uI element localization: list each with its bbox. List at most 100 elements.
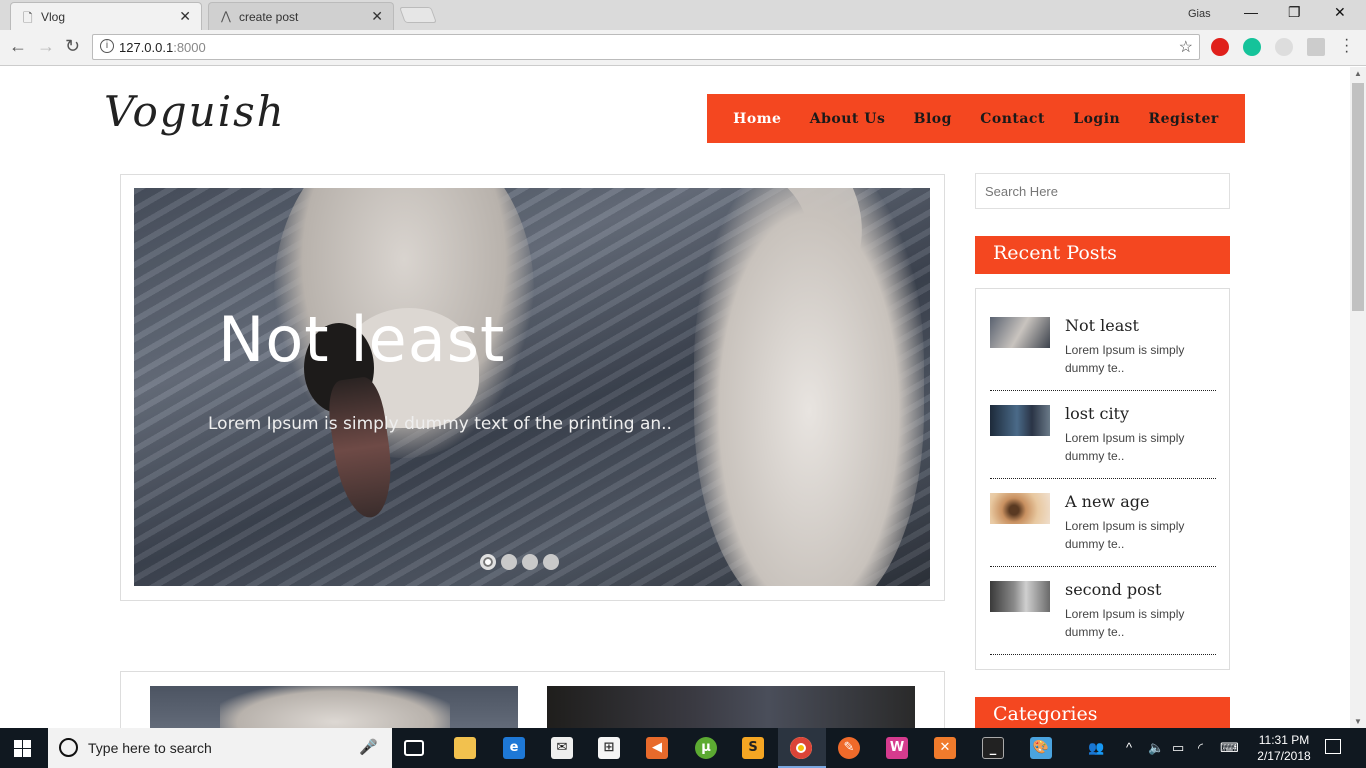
slider-dot-1[interactable]: [480, 554, 496, 570]
wamp-icon[interactable]: W: [886, 737, 908, 759]
close-window-icon[interactable]: ✕: [1334, 4, 1346, 21]
page-scrollbar[interactable]: ▲ ▼: [1350, 67, 1366, 728]
url-port: :8000: [173, 39, 206, 55]
nav-login[interactable]: Login: [1073, 111, 1120, 127]
recent-post-excerpt: Lorem Ipsum is simply dummy te..: [1065, 431, 1185, 463]
info-icon[interactable]: i: [100, 39, 114, 53]
slider-dot-4[interactable]: [543, 554, 559, 570]
taskbar-search-placeholder: Type here to search: [88, 740, 212, 756]
scroll-down-icon[interactable]: ▼: [1354, 717, 1362, 726]
tab-title: create post: [239, 9, 299, 24]
scroll-up-icon[interactable]: ▲: [1354, 69, 1362, 78]
file-explorer-icon[interactable]: [454, 737, 476, 759]
microphone-icon[interactable]: 🎤: [359, 738, 378, 756]
new-tab-button[interactable]: [399, 7, 437, 23]
xampp-icon[interactable]: ✕: [934, 737, 956, 759]
edge-icon[interactable]: e: [503, 737, 525, 759]
tab-title: Vlog: [41, 9, 66, 24]
address-bar[interactable]: i 127.0.0.1:8000 ☆: [92, 34, 1200, 60]
recent-post-title[interactable]: lost city: [1065, 404, 1129, 423]
slider-dot-2[interactable]: [501, 554, 517, 570]
search-input[interactable]: [975, 173, 1230, 209]
slider-dots: [480, 554, 559, 570]
paint-icon[interactable]: 🎨: [1030, 737, 1052, 759]
main-navigation: Home About Us Blog Contact Login Registe…: [707, 94, 1245, 143]
post-grid: [120, 671, 945, 728]
recent-post-title[interactable]: A new age: [1065, 492, 1149, 511]
post-thumbnail: [990, 405, 1050, 436]
media-player-icon[interactable]: ◀: [646, 737, 668, 759]
post-thumbnail: [990, 317, 1050, 348]
wifi-icon[interactable]: ◜: [1198, 740, 1203, 756]
store-icon[interactable]: ⊞: [598, 737, 620, 759]
nav-about-us[interactable]: About Us: [810, 111, 886, 127]
sublime-text-icon[interactable]: S: [742, 737, 764, 759]
clock-time: 11:31 PM: [1258, 733, 1310, 747]
nav-contact[interactable]: Contact: [980, 111, 1045, 127]
people-icon[interactable]: 👥: [1088, 740, 1104, 756]
slider-dot-3[interactable]: [522, 554, 538, 570]
utorrent-icon[interactable]: µ: [695, 737, 717, 759]
close-tab-icon[interactable]: ✕: [371, 8, 383, 25]
pdf-extension-icon[interactable]: [1307, 38, 1325, 56]
url-host: 127.0.0.1: [119, 39, 174, 55]
recent-post-title[interactable]: Not least: [1065, 316, 1139, 335]
page-icon: 🗋: [23, 11, 33, 25]
hero-slider: Not least Lorem Ipsum is simply dummy te…: [120, 174, 945, 601]
back-icon[interactable]: ←: [9, 36, 27, 57]
browser-tab-strip: 🗋 Vlog ✕ ⋀ create post ✕ Gias — ❐ ✕: [0, 0, 1366, 30]
extension-icon[interactable]: [1275, 38, 1293, 56]
slide-title: Not least: [218, 303, 506, 376]
profile-name[interactable]: Gias: [1188, 8, 1211, 20]
tray-expand-icon[interactable]: ^: [1126, 740, 1132, 755]
nav-register[interactable]: Register: [1148, 111, 1218, 127]
list-item[interactable]: lost city Lorem Ipsum is simply dummy te…: [990, 391, 1216, 479]
post-thumbnail: [990, 581, 1050, 612]
opera-extension-icon[interactable]: [1211, 38, 1229, 56]
mail-icon[interactable]: ✉: [551, 737, 573, 759]
recent-post-title[interactable]: second post: [1065, 580, 1161, 599]
command-prompt-icon[interactable]: _: [982, 737, 1004, 759]
site-logo[interactable]: Voguish: [104, 87, 286, 136]
taskbar-search-box[interactable]: Type here to search 🎤: [48, 728, 392, 768]
volume-icon[interactable]: 🔈: [1148, 740, 1164, 756]
nav-home[interactable]: Home: [733, 111, 781, 127]
post-thumbnail[interactable]: [150, 686, 518, 728]
close-tab-icon[interactable]: ✕: [179, 8, 191, 25]
recent-posts-list: Not least Lorem Ipsum is simply dummy te…: [975, 288, 1230, 670]
list-item[interactable]: second post Lorem Ipsum is simply dummy …: [990, 567, 1216, 655]
recent-post-excerpt: Lorem Ipsum is simply dummy te..: [1065, 343, 1185, 375]
cortana-icon[interactable]: [59, 738, 78, 757]
recent-post-excerpt: Lorem Ipsum is simply dummy te..: [1065, 519, 1185, 551]
post-thumbnail[interactable]: [547, 686, 915, 728]
browser-toolbar: ← → ↻ i 127.0.0.1:8000 ☆ · · ·: [0, 30, 1366, 66]
restore-icon[interactable]: ❐: [1288, 4, 1301, 21]
minimize-icon[interactable]: —: [1244, 4, 1258, 20]
list-item[interactable]: A new age Lorem Ipsum is simply dummy te…: [990, 479, 1216, 567]
tab-create-post[interactable]: ⋀ create post ✕: [208, 2, 394, 30]
keyboard-icon[interactable]: ⌨: [1220, 740, 1239, 756]
grammarly-extension-icon[interactable]: [1243, 38, 1261, 56]
chrome-icon[interactable]: [790, 737, 812, 759]
tab-vlog[interactable]: 🗋 Vlog ✕: [10, 2, 202, 30]
site-favicon-icon: ⋀: [221, 9, 231, 23]
recent-posts-heading: Recent Posts: [975, 236, 1230, 274]
scrollbar-thumb[interactable]: [1352, 83, 1364, 311]
browser-menu-icon[interactable]: · · ·: [1344, 32, 1349, 60]
system-clock[interactable]: 11:31 PM 2/17/2018: [1250, 732, 1318, 764]
clock-date: 2/17/2018: [1257, 749, 1311, 763]
post-thumbnail: [990, 493, 1050, 524]
forward-icon[interactable]: →: [37, 36, 55, 57]
swan-body: [694, 188, 924, 586]
notifications-icon[interactable]: [1325, 739, 1341, 754]
list-item[interactable]: Not least Lorem Ipsum is simply dummy te…: [990, 303, 1216, 391]
task-view-icon[interactable]: [404, 740, 424, 756]
bookmark-star-icon[interactable]: ☆: [1179, 37, 1193, 57]
reload-icon[interactable]: ↻: [65, 36, 80, 57]
slide-image[interactable]: Not least Lorem Ipsum is simply dummy te…: [134, 188, 930, 586]
slide-text: Lorem Ipsum is simply dummy text of the …: [208, 414, 672, 434]
paint-tool-icon[interactable]: ✎: [838, 737, 860, 759]
windows-start-icon[interactable]: [14, 740, 31, 757]
nav-blog[interactable]: Blog: [914, 111, 952, 127]
battery-icon[interactable]: ▭: [1172, 740, 1184, 756]
